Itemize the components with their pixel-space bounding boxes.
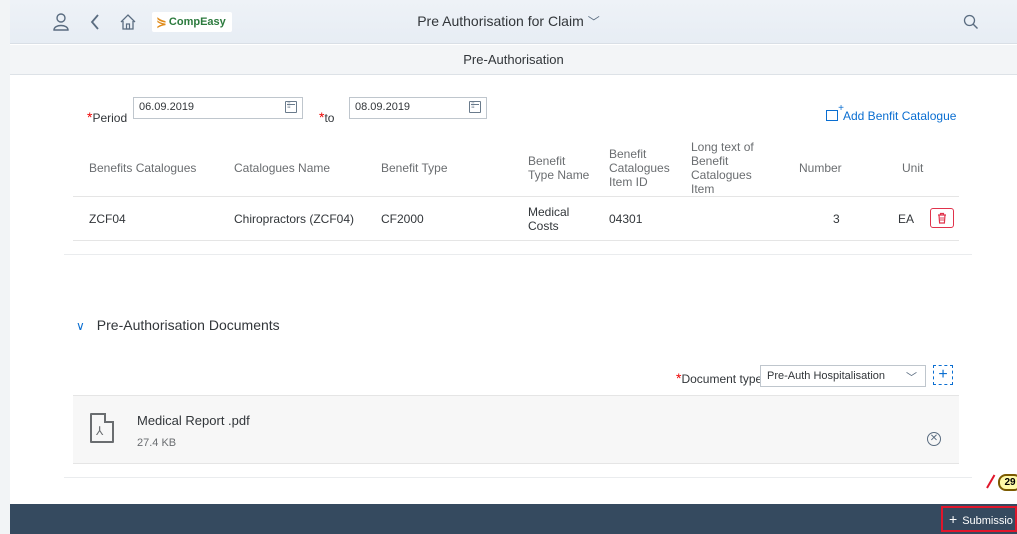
cell-catalogue: ZCF04 [89,212,126,226]
chevron-down-icon: ∨ [76,319,85,333]
step-badge: 29 [998,474,1017,491]
cell-number: 3 [833,212,840,226]
column-header: Long text of Benefit Catalogues Item [691,140,754,196]
add-catalogue-button[interactable]: Add Benfit Catalogue [826,103,956,123]
calendar-icon[interactable] [285,101,297,113]
app-title-text: Pre Authorisation for Claim [417,13,584,29]
divider [64,254,972,255]
trash-icon [938,212,946,224]
document-type-select[interactable]: Pre-Auth Hospitalisation ﹀ [760,365,926,387]
to-label: *to [319,109,335,125]
delete-row-button[interactable] [930,208,954,228]
pdf-file-icon: ⅄ [90,413,114,443]
column-header: Number [799,161,842,175]
column-header: Benefit Type [381,161,448,175]
cell-unit: EA [898,212,915,226]
chevron-down-icon: ﹀ [587,15,600,29]
attachment-size: 27.4 KB [137,437,177,449]
app-title[interactable]: Pre Authorisation for Claim ﹀ [0,13,1017,30]
footer-toolbar [10,504,1017,534]
table-row[interactable]: ZCF04 Chiropractors (ZCF04) CF2000 Medic… [73,197,959,241]
add-document-button[interactable]: + [933,365,953,385]
period-to-input[interactable]: 08.09.2019 [349,97,487,119]
column-header: Benefit Type Name [528,154,590,182]
attachment-name[interactable]: Medical Report .pdf [137,413,250,428]
divider [64,477,972,478]
attachment-item[interactable]: ⅄ Medical Report .pdf 27.4 KB ✕ [73,395,959,464]
period-from-input[interactable]: 06.09.2019 [133,97,303,119]
table-header: Benefits Catalogues Catalogues Name Bene… [73,133,959,197]
document-type-label: *Document type [676,370,763,386]
cell-benefit-type: CF2000 [381,212,424,226]
add-table-icon [826,103,844,121]
period-label: *Period [87,109,128,125]
annotation-pointer [986,474,996,489]
column-header: Benefits Catalogues [89,161,197,175]
chevron-down-icon: ﹀ [906,372,917,384]
column-header: Catalogues Name [234,161,331,175]
submission-button[interactable]: + Submissio [941,506,1017,532]
search-icon[interactable] [960,11,982,33]
cell-item-id: 04301 [609,212,643,226]
plus-icon: + [949,511,958,527]
page-title: Pre-Authorisation [10,45,1017,75]
cell-catalogue-name: Chiropractors (ZCF04) [234,212,355,226]
documents-section-toggle[interactable]: ∨ Pre-Authorisation Documents [76,317,280,333]
calendar-icon[interactable] [469,101,481,113]
left-gutter [0,0,10,534]
column-header: Unit [902,161,924,175]
remove-attachment-icon[interactable]: ✕ [927,432,941,446]
column-header: Benefit Catalogues Item ID [609,147,670,189]
shell-bar: ⋟ CompEasy Pre Authorisation for Claim ﹀ [0,0,1017,44]
cell-benefit-type-name: Medical Costs [528,205,570,233]
